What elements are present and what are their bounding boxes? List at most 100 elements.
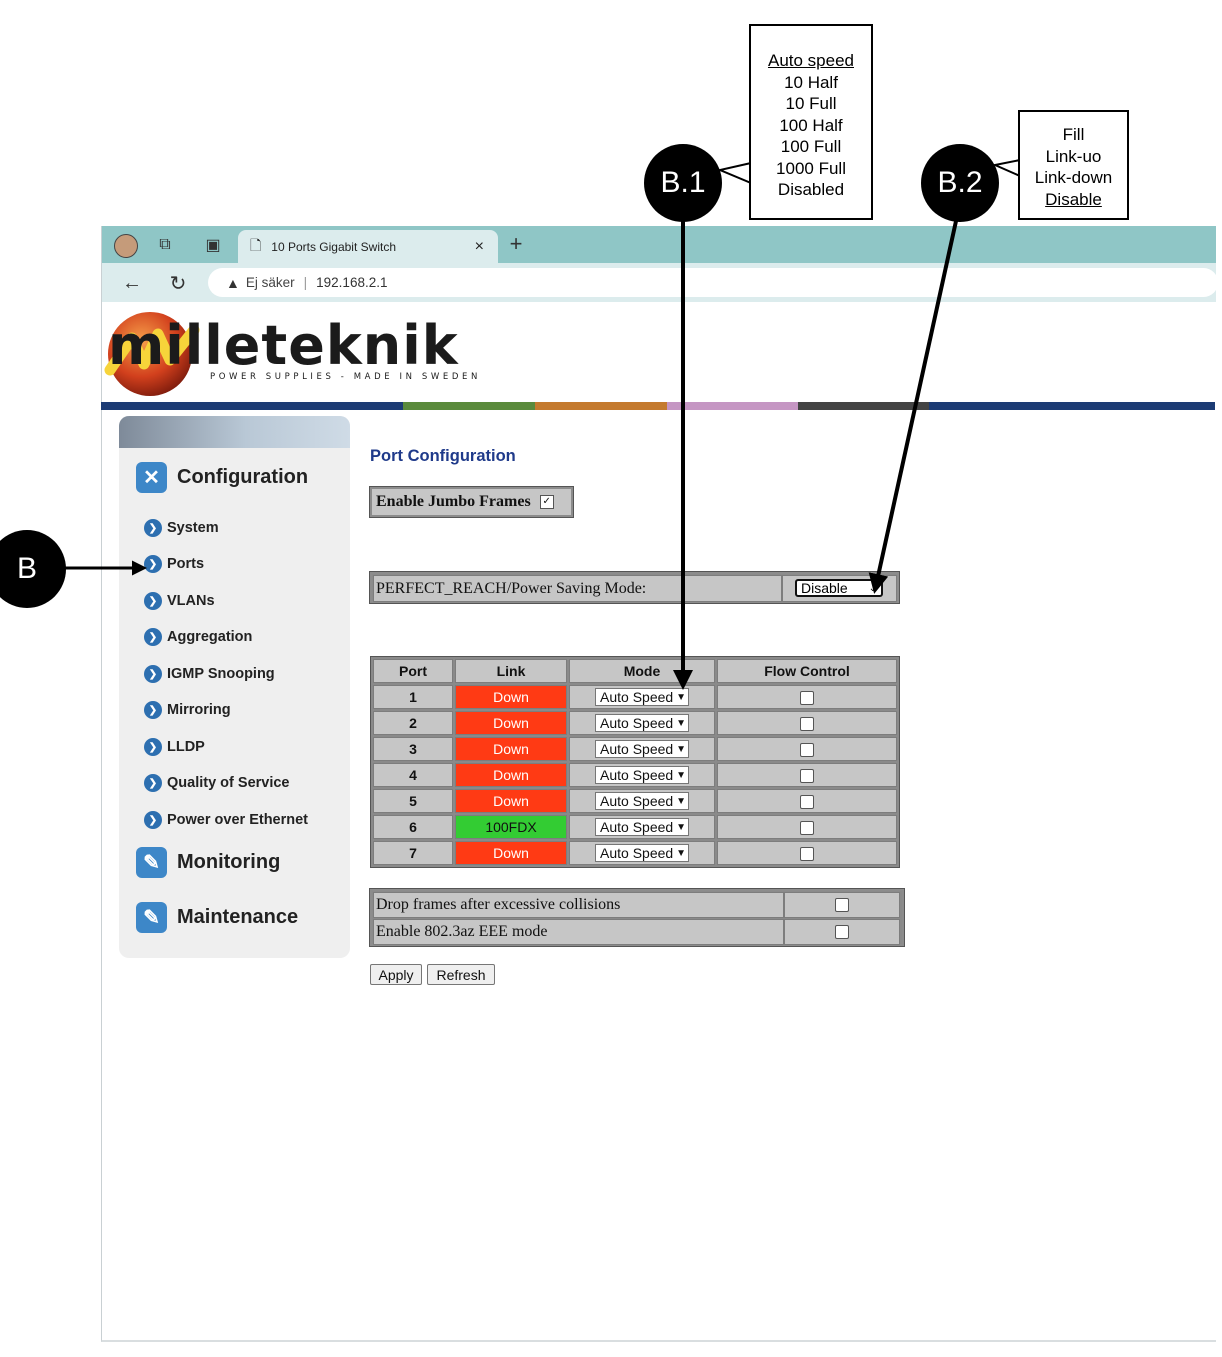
eee-cell [784,919,900,945]
link-status: Down [455,685,567,709]
refresh-button[interactable]: Refresh [427,964,495,985]
flow-control-cell [717,737,897,761]
port-number: 3 [373,737,453,761]
flow-control-cell [717,685,897,709]
drop-frames-checkbox[interactable] [835,898,849,912]
flow-control-checkbox[interactable] [800,821,814,836]
chevron-right-icon: ❯ [144,628,162,646]
mode-value: Auto Speed [600,689,674,705]
back-icon[interactable]: ← [120,271,144,295]
callout-option: 100 Full [780,137,842,156]
sidebar-item-system[interactable]: ❯ System [144,519,219,537]
port-number: 4 [373,763,453,787]
perfect-reach-select[interactable]: Disable ⌄ [795,579,883,597]
configuration-label: Configuration [177,466,309,488]
eee-checkbox[interactable] [835,925,849,939]
workspaces-icon[interactable]: ⧉ [154,234,176,256]
callout-option: 100 Half [779,115,843,135]
sidebar-item-label: Power over Ethernet [167,812,309,828]
mode-options-callout: Auto speed 10 Half 10 Full 100 Half 100 … [749,24,873,220]
chevron-down-icon: ▼ [676,769,686,781]
link-status: Down [455,789,567,813]
flow-control-checkbox[interactable] [800,769,814,784]
header-bar-navy [101,402,403,410]
port-number: 5 [373,789,453,813]
configuration-heading[interactable]: ✕ Configuration [136,462,308,493]
url-text: 192.168.2.1 [316,275,388,290]
flow-control-cell [717,789,897,813]
tab-actions-icon[interactable]: ▣ [202,234,224,256]
apply-button[interactable]: Apply [370,964,422,985]
mode-cell: Auto Speed ▼ [569,763,715,787]
mode-select[interactable]: Auto Speed ▼ [595,766,689,784]
reload-icon[interactable]: ↻ [166,271,190,295]
mode-value: Auto Speed [600,767,674,783]
port-column-header: Port [373,659,453,683]
mode-value: Auto Speed [600,715,674,731]
url-field[interactable]: ▲ Ej säker | 192.168.2.1 [208,268,1216,297]
flow-control-checkbox[interactable] [800,717,814,732]
maintenance-heading[interactable]: ✎ Maintenance [136,902,298,933]
header-bar-green [403,402,535,410]
sidebar: ✕ Configuration ❯ System ❯ Ports ❯ VLANs ❯ A… [119,416,350,958]
sidebar-item-label: Ports [167,556,205,572]
sidebar-item-igmp-snooping[interactable]: ❯ IGMP Snooping [144,665,275,683]
port-number: 2 [373,711,453,735]
chevron-down-icon: ⌄ [868,582,877,594]
mode-select[interactable]: Auto Speed ▼ [595,688,689,706]
sidebar-item-aggregation[interactable]: ❯ Aggregation [144,628,252,646]
jumbo-frames-label: Enable Jumbo Frames [376,493,531,510]
chevron-right-icon: ❯ [144,811,162,829]
close-tab-icon[interactable]: × [475,238,484,256]
flow-control-checkbox[interactable] [800,743,814,758]
sidebar-item-lldp[interactable]: ❯ LLDP [144,738,205,756]
profile-avatar-icon[interactable] [114,234,138,258]
mode-cell: Auto Speed ▼ [569,711,715,735]
new-tab-icon[interactable]: + [504,231,528,256]
sidebar-item-quality-of-service[interactable]: ❯ Quality of Service [144,774,290,792]
mode-value: Auto Speed [600,845,674,861]
sidebar-item-mirroring[interactable]: ❯ Mirroring [144,701,231,719]
link-status: Down [455,711,567,735]
flow-control-checkbox[interactable] [800,847,814,862]
port-table: Port Link Mode Flow Control 1 Down Auto … [370,656,900,868]
flow-control-cell [717,841,897,865]
mode-column-header: Mode [569,659,715,683]
sidebar-item-ports[interactable]: ❯ Ports [144,555,204,573]
callout-option: Disabled [777,180,845,199]
monitoring-label: Monitoring [177,851,281,873]
tab-bar: ⧉ ▣ 🗋 10 Ports Gigabit Switch × + [102,226,1216,263]
maintenance-icon: ✎ [136,902,167,933]
sidebar-item-label: System [167,520,219,536]
flow-control-checkbox[interactable] [800,795,814,810]
chevron-down-icon: ▼ [676,821,686,833]
tab-active[interactable]: 🗋 10 Ports Gigabit Switch × [238,230,498,263]
power-saving-options-callout: Fill Link-uo Link-down Disable [1018,110,1129,220]
callout-b1-pointer [716,161,752,185]
mode-select[interactable]: Auto Speed ▼ [595,818,689,836]
mode-select[interactable]: Auto Speed ▼ [595,792,689,810]
sidebar-item-label: Quality of Service [167,775,290,791]
perfect-reach-row: PERFECT_REACH/Power Saving Mode: Disable… [369,571,900,604]
callout-option: Disable [1045,189,1102,209]
marker-b: B [0,530,66,608]
chevron-right-icon: ❯ [144,701,162,719]
callout-option: Link-down [1034,168,1113,187]
table-row: 6 100FDX Auto Speed ▼ [373,815,897,839]
chevron-right-icon: ❯ [144,774,162,792]
callout-option: Fill [1062,125,1085,144]
port-number: 6 [373,815,453,839]
mode-select[interactable]: Auto Speed ▼ [595,714,689,732]
flow-control-checkbox[interactable] [800,691,814,706]
callout-option: Auto speed [767,51,854,70]
table-row: 5 Down Auto Speed ▼ [373,789,897,813]
mode-select[interactable]: Auto Speed ▼ [595,740,689,758]
perfect-reach-value: Disable [801,580,848,596]
monitoring-heading[interactable]: ✎ Monitoring [136,847,280,878]
address-bar: ← ↻ ▲ Ej säker | 192.168.2.1 [102,263,1216,302]
jumbo-frames-checkbox[interactable]: ✓ [539,495,554,509]
sidebar-item-power-over-ethernet[interactable]: ❯ Power over Ethernet [144,811,308,829]
mode-select[interactable]: Auto Speed ▼ [595,844,689,862]
sidebar-item-vlans[interactable]: ❯ VLANs [144,592,215,610]
table-row: 2 Down Auto Speed ▼ [373,711,897,735]
